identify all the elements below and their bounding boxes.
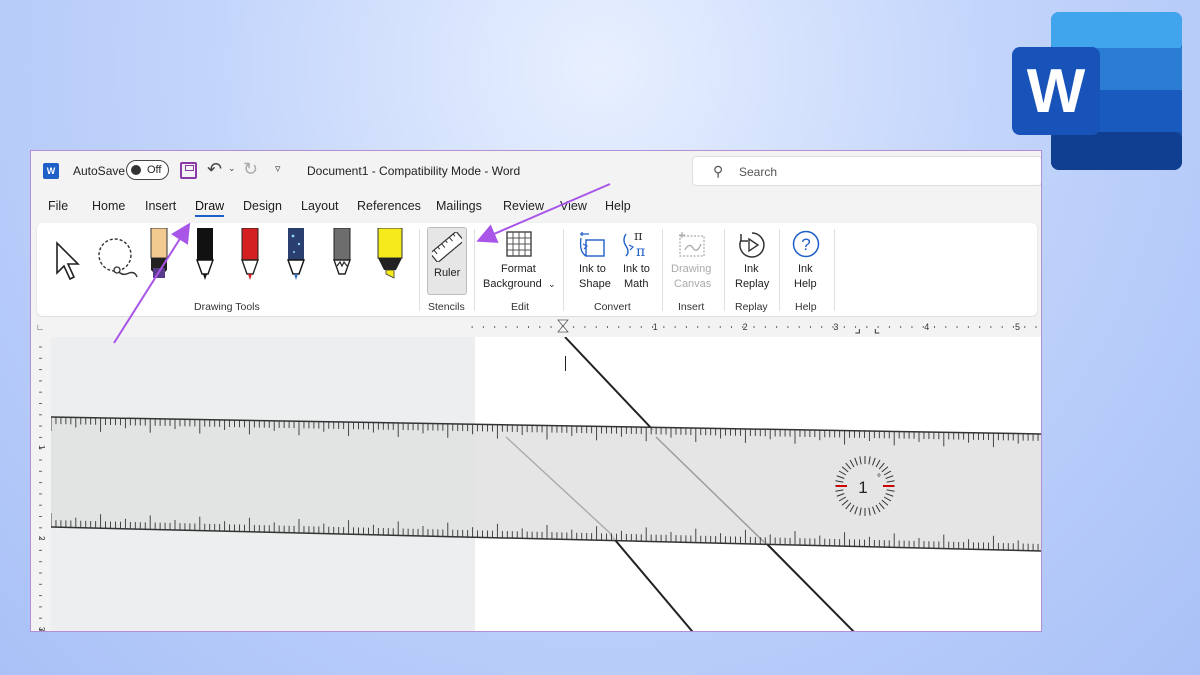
annotation-arrow-draw-tab	[113, 222, 191, 344]
annotation-layer	[113, 183, 611, 344]
annotation-arrow-ruler	[476, 183, 611, 243]
